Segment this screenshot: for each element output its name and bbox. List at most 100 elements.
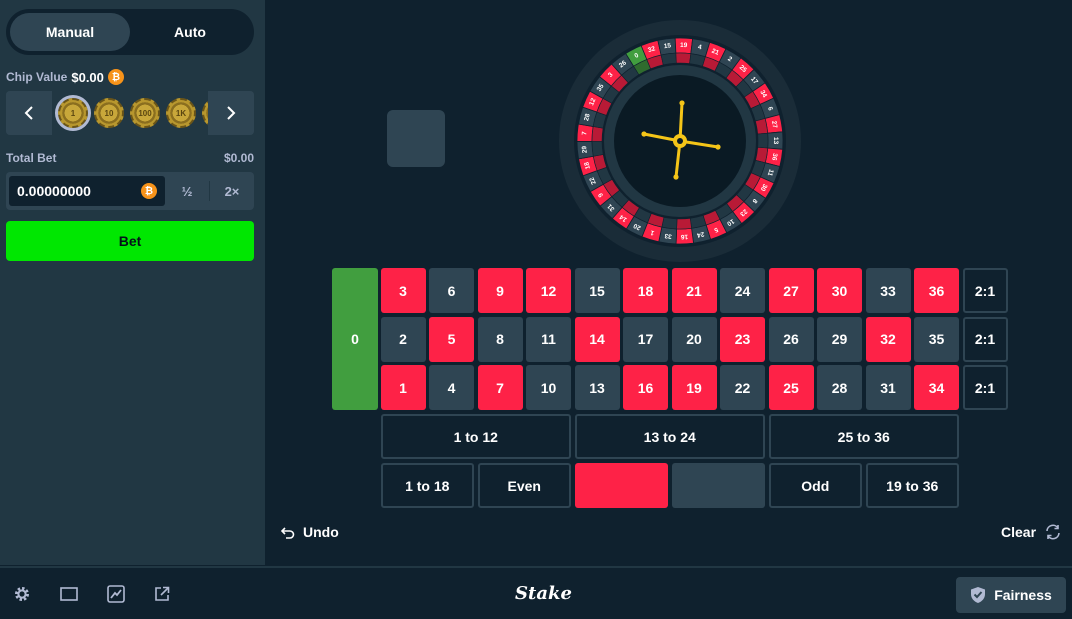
number-cell-23[interactable]: 23 bbox=[720, 316, 765, 362]
undo-label: Undo bbox=[303, 524, 339, 540]
number-cell-3[interactable]: 3 bbox=[380, 268, 426, 313]
column-bet-2[interactable]: 2:1 bbox=[962, 316, 1008, 362]
gear-icon bbox=[15, 587, 29, 601]
clear-button[interactable]: Clear bbox=[1001, 524, 1062, 540]
tab-manual[interactable]: Manual bbox=[10, 13, 130, 51]
number-cell-12[interactable]: 12 bbox=[526, 268, 571, 313]
number-cell-16[interactable]: 16 bbox=[623, 365, 668, 410]
settings-button[interactable] bbox=[12, 584, 32, 604]
red-bet[interactable] bbox=[574, 463, 668, 508]
column-bet-1[interactable]: 2:1 bbox=[962, 268, 1008, 313]
even-bet[interactable]: Even bbox=[477, 463, 571, 508]
shield-check-icon bbox=[971, 587, 986, 603]
wheel-pocket-inner-15 bbox=[660, 52, 677, 66]
undo-icon bbox=[281, 527, 295, 539]
total-bet-row: Total Bet $0.00 bbox=[6, 151, 254, 165]
number-cell-13[interactable]: 13 bbox=[574, 365, 620, 410]
external-link-icon bbox=[155, 586, 170, 601]
wheel-pocket-inner-7 bbox=[591, 126, 604, 142]
number-cell-32[interactable]: 32 bbox=[865, 316, 911, 362]
spinner-knob bbox=[715, 144, 721, 150]
bet-amount-input[interactable]: 0.00000000 ₿ bbox=[9, 176, 165, 206]
wheel-pocket-inner-13 bbox=[757, 132, 769, 149]
number-cell-11[interactable]: 11 bbox=[526, 316, 571, 362]
number-cell-36[interactable]: 36 bbox=[914, 268, 959, 313]
number-cell-14[interactable]: 14 bbox=[574, 316, 620, 362]
tab-auto[interactable]: Auto bbox=[130, 13, 250, 51]
stats-button[interactable] bbox=[106, 584, 126, 604]
undo-button[interactable]: Undo bbox=[281, 524, 339, 540]
chip-next-button[interactable] bbox=[208, 91, 254, 135]
number-cell-21[interactable]: 21 bbox=[671, 268, 717, 313]
number-cell-27[interactable]: 27 bbox=[768, 268, 814, 313]
number-cell-28[interactable]: 28 bbox=[817, 365, 862, 410]
number-cell-10[interactable]: 10 bbox=[526, 365, 571, 410]
game-footer: Stake Fairness bbox=[0, 566, 1072, 619]
bet-amount-value: 0.00000000 bbox=[17, 183, 91, 199]
wheel-number-13: 13 bbox=[772, 137, 779, 145]
spinner-knob bbox=[679, 100, 685, 106]
dozen-bet-1[interactable]: 1 to 12 bbox=[380, 414, 571, 459]
theatre-mode-button[interactable] bbox=[59, 584, 79, 604]
wheel-number-19: 19 bbox=[680, 42, 688, 49]
bet-sidebar: Manual Auto Chip Value $0.00 ₿ 1 10 100 … bbox=[0, 0, 265, 565]
spinner-knob bbox=[641, 131, 647, 137]
wheel-pocket-inner-16 bbox=[676, 217, 692, 230]
spinner-hub-center bbox=[677, 138, 683, 144]
fairness-button[interactable]: Fairness bbox=[956, 577, 1066, 613]
chip-1[interactable]: 1 bbox=[55, 95, 91, 131]
number-cell-34[interactable]: 34 bbox=[914, 365, 959, 410]
number-cell-0[interactable]: 0 bbox=[332, 268, 378, 410]
number-cell-1[interactable]: 1 bbox=[380, 365, 426, 410]
number-cell-15[interactable]: 15 bbox=[574, 268, 620, 313]
number-cell-30[interactable]: 30 bbox=[817, 268, 862, 313]
bitcoin-icon: ₿ bbox=[141, 183, 157, 199]
number-cell-9[interactable]: 9 bbox=[477, 268, 523, 313]
number-cell-20[interactable]: 20 bbox=[671, 316, 717, 362]
chip-1k[interactable]: 1K bbox=[166, 98, 196, 128]
black-bet[interactable] bbox=[671, 463, 765, 508]
wheel-pocket-inner-36 bbox=[755, 146, 769, 164]
bet-button[interactable]: Bet bbox=[6, 221, 254, 261]
number-cell-29[interactable]: 29 bbox=[817, 316, 862, 362]
window-icon bbox=[60, 587, 78, 601]
number-cell-22[interactable]: 22 bbox=[720, 365, 765, 410]
popout-button[interactable] bbox=[152, 584, 172, 604]
number-cell-25[interactable]: 25 bbox=[768, 365, 814, 410]
dozen-bet-2[interactable]: 13 to 24 bbox=[574, 414, 765, 459]
low-bet[interactable]: 1 to 18 bbox=[380, 463, 474, 508]
number-cell-18[interactable]: 18 bbox=[623, 268, 668, 313]
chip-100[interactable]: 100 bbox=[130, 98, 160, 128]
half-bet-button[interactable]: ½ bbox=[165, 184, 209, 199]
number-cell-19[interactable]: 19 bbox=[671, 365, 717, 410]
chip-prev-button[interactable] bbox=[6, 91, 52, 135]
number-cell-8[interactable]: 8 bbox=[477, 316, 523, 362]
chip-value-row: Chip Value $0.00 ₿ bbox=[6, 69, 254, 85]
number-cell-35[interactable]: 35 bbox=[914, 316, 959, 362]
chip-10[interactable]: 10 bbox=[94, 98, 124, 128]
double-bet-button[interactable]: 2× bbox=[210, 184, 254, 199]
odd-bet[interactable]: Odd bbox=[768, 463, 862, 508]
number-cell-33[interactable]: 33 bbox=[865, 268, 911, 313]
number-cell-6[interactable]: 6 bbox=[429, 268, 474, 313]
spinner-knob bbox=[673, 174, 679, 180]
chip-value-label: Chip Value bbox=[6, 70, 68, 84]
number-cell-24[interactable]: 24 bbox=[720, 268, 765, 313]
number-cell-4[interactable]: 4 bbox=[429, 365, 474, 410]
dozen-bet-3[interactable]: 25 to 36 bbox=[768, 414, 959, 459]
total-bet-label: Total Bet bbox=[6, 151, 57, 165]
chevron-left-icon bbox=[24, 106, 33, 120]
number-cell-2[interactable]: 2 bbox=[380, 316, 426, 362]
column-bet-3[interactable]: 2:1 bbox=[962, 365, 1008, 410]
chevron-right-icon bbox=[227, 106, 236, 120]
high-bet[interactable]: 19 to 36 bbox=[865, 463, 959, 508]
mode-toggle: Manual Auto bbox=[6, 9, 254, 55]
number-cell-26[interactable]: 26 bbox=[768, 316, 814, 362]
number-cell-7[interactable]: 7 bbox=[477, 365, 523, 410]
number-cell-31[interactable]: 31 bbox=[865, 365, 911, 410]
wheel-number-33: 33 bbox=[664, 232, 672, 240]
chip-value-amount: $0.00 bbox=[71, 69, 104, 85]
wheel-number-15: 15 bbox=[663, 42, 671, 50]
number-cell-17[interactable]: 17 bbox=[623, 316, 668, 362]
number-cell-5[interactable]: 5 bbox=[429, 316, 474, 362]
